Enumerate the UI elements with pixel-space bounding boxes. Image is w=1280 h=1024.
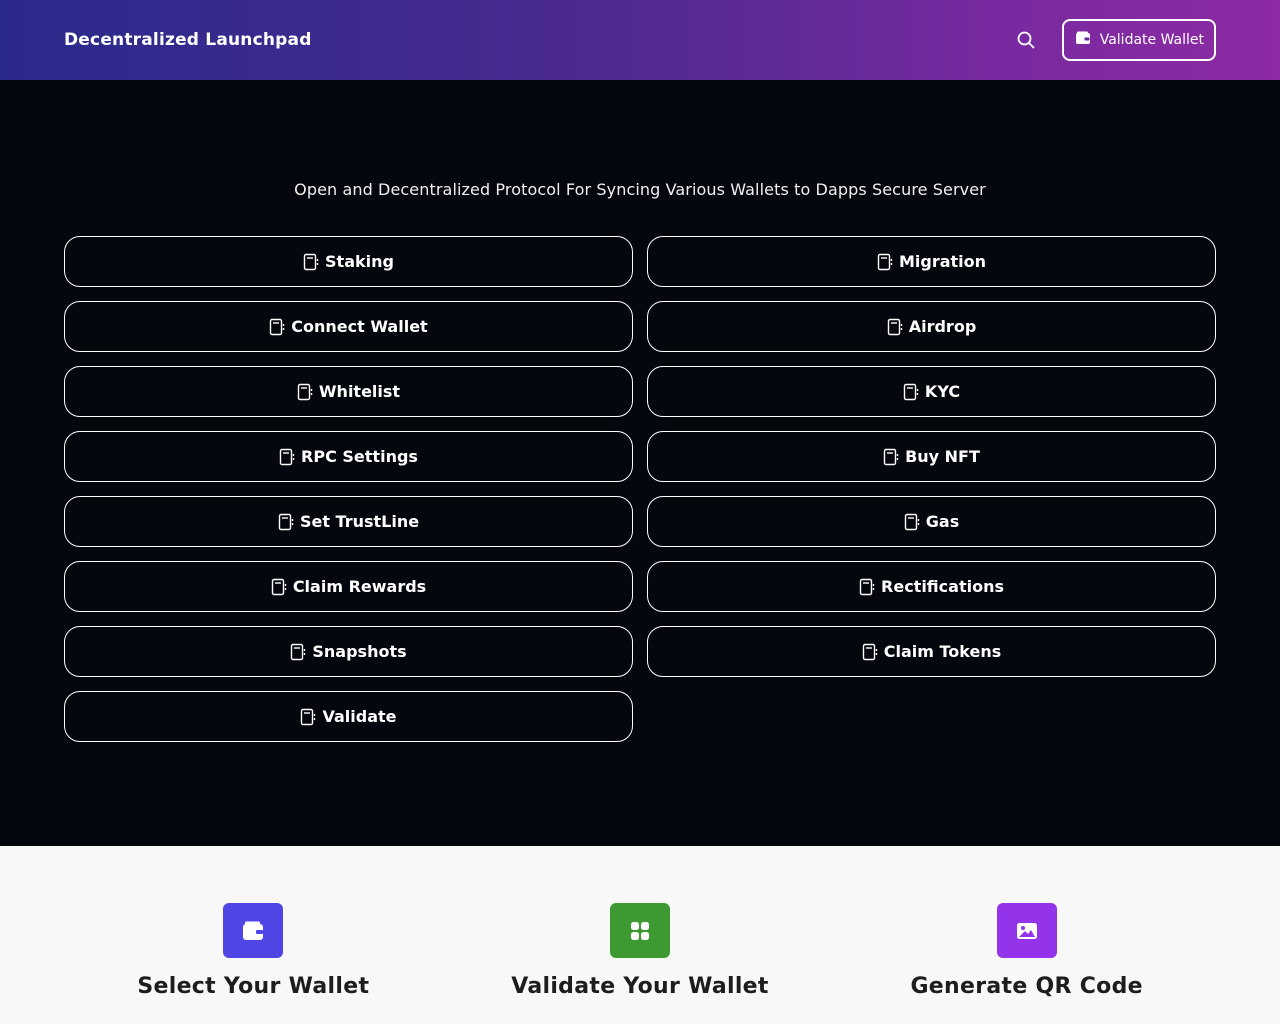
image-icon <box>996 903 1057 958</box>
action-button-label: Claim Tokens <box>883 642 1002 661</box>
action-button-snapshots[interactable]: Snapshots <box>64 626 633 677</box>
action-button-label: Claim Rewards <box>292 577 427 596</box>
feature-title: Select Your Wallet <box>137 974 370 999</box>
clipboard-icon <box>278 513 295 531</box>
features-section: Select Your Wallet Validate Your Wallet … <box>0 846 1280 1024</box>
action-grid: Staking Migration Connect Wallet Airdrop Whi… <box>64 236 1216 742</box>
action-button-label: Set TrustLine <box>299 512 420 531</box>
action-button-label: Gas <box>925 512 960 531</box>
feature-generate-qr: Generate QR Code <box>833 903 1220 1024</box>
clipboard-icon <box>883 448 900 466</box>
clipboard-icon <box>279 448 296 466</box>
clipboard-icon <box>290 643 307 661</box>
feature-title: Validate Your Wallet <box>511 974 769 999</box>
clipboard-icon <box>887 318 904 336</box>
clipboard-icon <box>300 708 317 726</box>
action-button-label: Buy NFT <box>905 447 980 466</box>
clipboard-icon <box>271 578 288 596</box>
search-icon[interactable] <box>1012 26 1040 54</box>
feature-title: Generate QR Code <box>910 974 1143 999</box>
action-button-buy-nft[interactable]: Buy NFT <box>647 431 1216 482</box>
action-button-label: Connect Wallet <box>291 317 428 336</box>
action-button-label: Snapshots <box>312 642 407 661</box>
action-button-gas[interactable]: Gas <box>647 496 1216 547</box>
action-button-connect-wallet[interactable]: Connect Wallet <box>64 301 633 352</box>
wallet-icon <box>223 903 284 958</box>
feature-select-wallet: Select Your Wallet <box>60 903 447 1024</box>
action-button-staking[interactable]: Staking <box>64 236 633 287</box>
grid-icon <box>609 903 670 958</box>
action-button-label: Airdrop <box>908 317 977 336</box>
action-button-label: Staking <box>325 252 394 271</box>
action-button-rpc-settings[interactable]: RPC Settings <box>64 431 633 482</box>
action-button-label: Whitelist <box>318 382 401 401</box>
validate-wallet-button[interactable]: Validate Wallet <box>1061 19 1216 61</box>
hero-tagline: Open and Decentralized Protocol For Sync… <box>294 180 986 199</box>
brand-title[interactable]: Decentralized Launchpad <box>64 30 312 50</box>
clipboard-icon <box>269 318 286 336</box>
clipboard-icon <box>904 513 921 531</box>
action-button-airdrop[interactable]: Airdrop <box>647 301 1216 352</box>
action-button-set-trustline[interactable]: Set TrustLine <box>64 496 633 547</box>
clipboard-icon <box>862 643 879 661</box>
action-button-kyc[interactable]: KYC <box>647 366 1216 417</box>
feature-validate-wallet: Validate Your Wallet <box>447 903 834 1024</box>
clipboard-icon <box>859 578 876 596</box>
header-actions: Validate Wallet <box>1012 19 1216 61</box>
action-button-claim-tokens[interactable]: Claim Tokens <box>647 626 1216 677</box>
action-button-label: Migration <box>898 252 987 271</box>
clipboard-icon <box>877 253 894 271</box>
hero-section: Open and Decentralized Protocol For Sync… <box>0 80 1280 846</box>
validate-wallet-label: Validate Wallet <box>1099 32 1204 48</box>
action-button-validate[interactable]: Validate <box>64 691 633 742</box>
wallet-icon <box>1075 31 1091 49</box>
clipboard-icon <box>303 253 320 271</box>
top-nav: Decentralized Launchpad Validate Wallet <box>0 0 1280 80</box>
action-button-rectifications[interactable]: Rectifications <box>647 561 1216 612</box>
action-button-label: Rectifications <box>881 577 1004 596</box>
clipboard-icon <box>297 383 314 401</box>
action-button-label: RPC Settings <box>301 447 418 466</box>
clipboard-icon <box>903 383 920 401</box>
action-button-label: KYC <box>924 382 961 401</box>
action-button-claim-rewards[interactable]: Claim Rewards <box>64 561 633 612</box>
action-button-migration[interactable]: Migration <box>647 236 1216 287</box>
action-button-label: Validate <box>322 707 397 726</box>
action-button-whitelist[interactable]: Whitelist <box>64 366 633 417</box>
